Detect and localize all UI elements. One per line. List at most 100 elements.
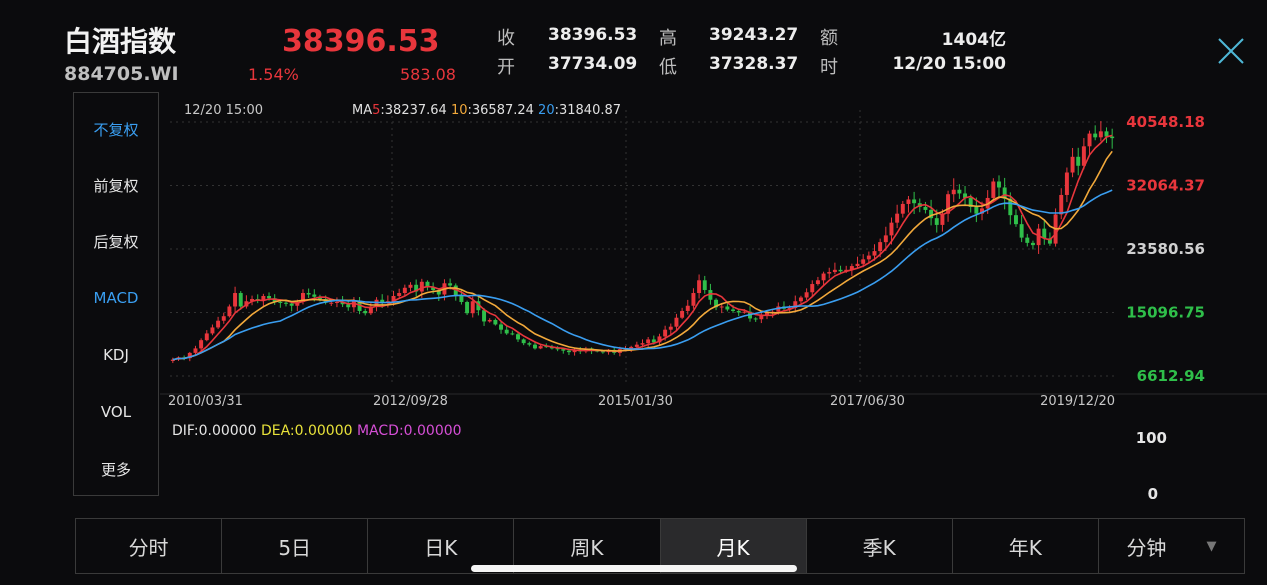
candle-body [465,301,470,314]
volume-tick: 100 [1136,429,1167,447]
candle-body [646,339,651,344]
y-tick-label: 15096.75 [1126,304,1205,322]
volume-tick: 0 [1148,485,1158,502]
candle-body [736,310,741,313]
tab-5day[interactable]: 5日 [222,519,369,573]
stat-value-close: 38396.53 [548,25,638,45]
candle-body [210,327,215,334]
stat-label-close: 收 [497,28,515,49]
y-tick-label: 23580.56 [1126,240,1205,258]
side-item-no-adjust[interactable]: 不复权 [74,119,158,140]
tab-quarterly-k[interactable]: 季K [807,519,953,573]
candle-body [997,181,1001,188]
x-tick-label: 2015/01/30 [598,394,673,409]
candle-body [872,251,877,256]
candle-body [1025,237,1030,243]
side-item-backward-adjust[interactable]: 后复权 [74,231,158,252]
close-icon[interactable] [1216,36,1246,66]
candle-body [533,344,537,349]
candle-body [278,301,283,303]
candle-body [216,320,221,328]
stat-label-low: 低 [659,57,677,78]
chart-grid [160,110,1267,395]
side-item-vol[interactable]: VOL [74,403,158,421]
candle-body [204,333,209,341]
candle-body [753,318,758,320]
candle-body [1087,133,1092,147]
candle-body [510,333,515,335]
side-item-forward-adjust[interactable]: 前复权 [74,175,158,196]
x-tick-label: 2012/09/28 [373,394,448,409]
candle-body [663,329,668,337]
candle-body [419,281,424,292]
candle-body [470,301,475,314]
stat-label-amount: 额 [820,28,838,49]
candle-body [448,283,453,286]
candle-body [719,306,724,308]
candle-body [697,280,702,294]
candle-body [329,302,334,304]
moving-average-lines [172,134,1113,361]
candle-body [906,199,911,204]
ma20-line [172,189,1113,361]
stat-value-open: 37734.09 [548,54,638,74]
x-tick-label: 2017/06/30 [830,394,905,409]
candle-body [810,284,815,293]
ma-legend: MA5:38237.64 10:36587.24 20:31840.87 [352,103,621,118]
x-tick-label: 2019/12/20 [1040,394,1115,409]
candle-body [731,309,736,311]
candle-body [238,293,243,307]
candle-body [538,346,543,349]
tab-minute[interactable]: 分钟 ▼ [1099,519,1244,573]
candle-body [516,334,520,340]
x-tick-label: 2010/03/31 [168,394,243,409]
current-price: 38396.53 [282,24,440,59]
stat-label-time: 时 [820,57,838,78]
candle-body [685,305,690,311]
candle-body [566,350,571,353]
candle-body [702,280,707,291]
ma5-line [172,134,1113,361]
candle-body [493,319,498,325]
candle-body [1098,131,1103,138]
candle-body [900,203,905,214]
candle-body [674,317,679,327]
candle-body [1070,156,1075,173]
index-code: 884705.WI [64,63,179,85]
tab-intraday[interactable]: 分时 [76,519,223,573]
chevron-down-icon: ▼ [1206,538,1217,554]
tab-minute-label: 分钟 [1126,535,1167,560]
candle-body [634,344,639,347]
candle-body [878,242,883,252]
candle-body [193,348,198,353]
y-tick-label: 6612.94 [1137,367,1205,385]
candle-body [832,269,837,273]
candle-body [380,299,385,302]
candle-body [397,293,402,297]
change-amount: 583.08 [400,65,456,84]
home-indicator[interactable] [471,565,797,572]
candle-body [267,296,272,299]
candle-body [346,304,351,308]
candle-body [284,302,288,304]
stat-label-high: 高 [659,28,677,49]
candle-body [312,294,317,297]
candle-body [487,319,492,322]
ma10-line [172,150,1113,361]
side-item-kdj[interactable]: KDJ [74,346,158,364]
tab-yearly-k[interactable]: 年K [953,519,1099,573]
index-name: 白酒指数 [64,25,177,58]
candle-body [798,297,803,302]
side-item-more[interactable]: 更多 [74,459,158,480]
candle-body [742,311,747,313]
candle-body [227,306,232,317]
crosshair-time: 12/20 15:00 [184,103,263,118]
kline-chart[interactable]: 40548.18 32064.37 23580.56 15096.75 6612.94 1… [160,92,1267,502]
candle-body [838,269,843,272]
candle-body [521,339,526,344]
candle-body [934,218,939,225]
candle-body [363,310,368,314]
side-item-macd[interactable]: MACD [74,289,158,307]
macd-legend: DIF:0.00000 DEA:0.00000 MACD:0.00000 [172,423,462,439]
candle-body [821,273,826,281]
